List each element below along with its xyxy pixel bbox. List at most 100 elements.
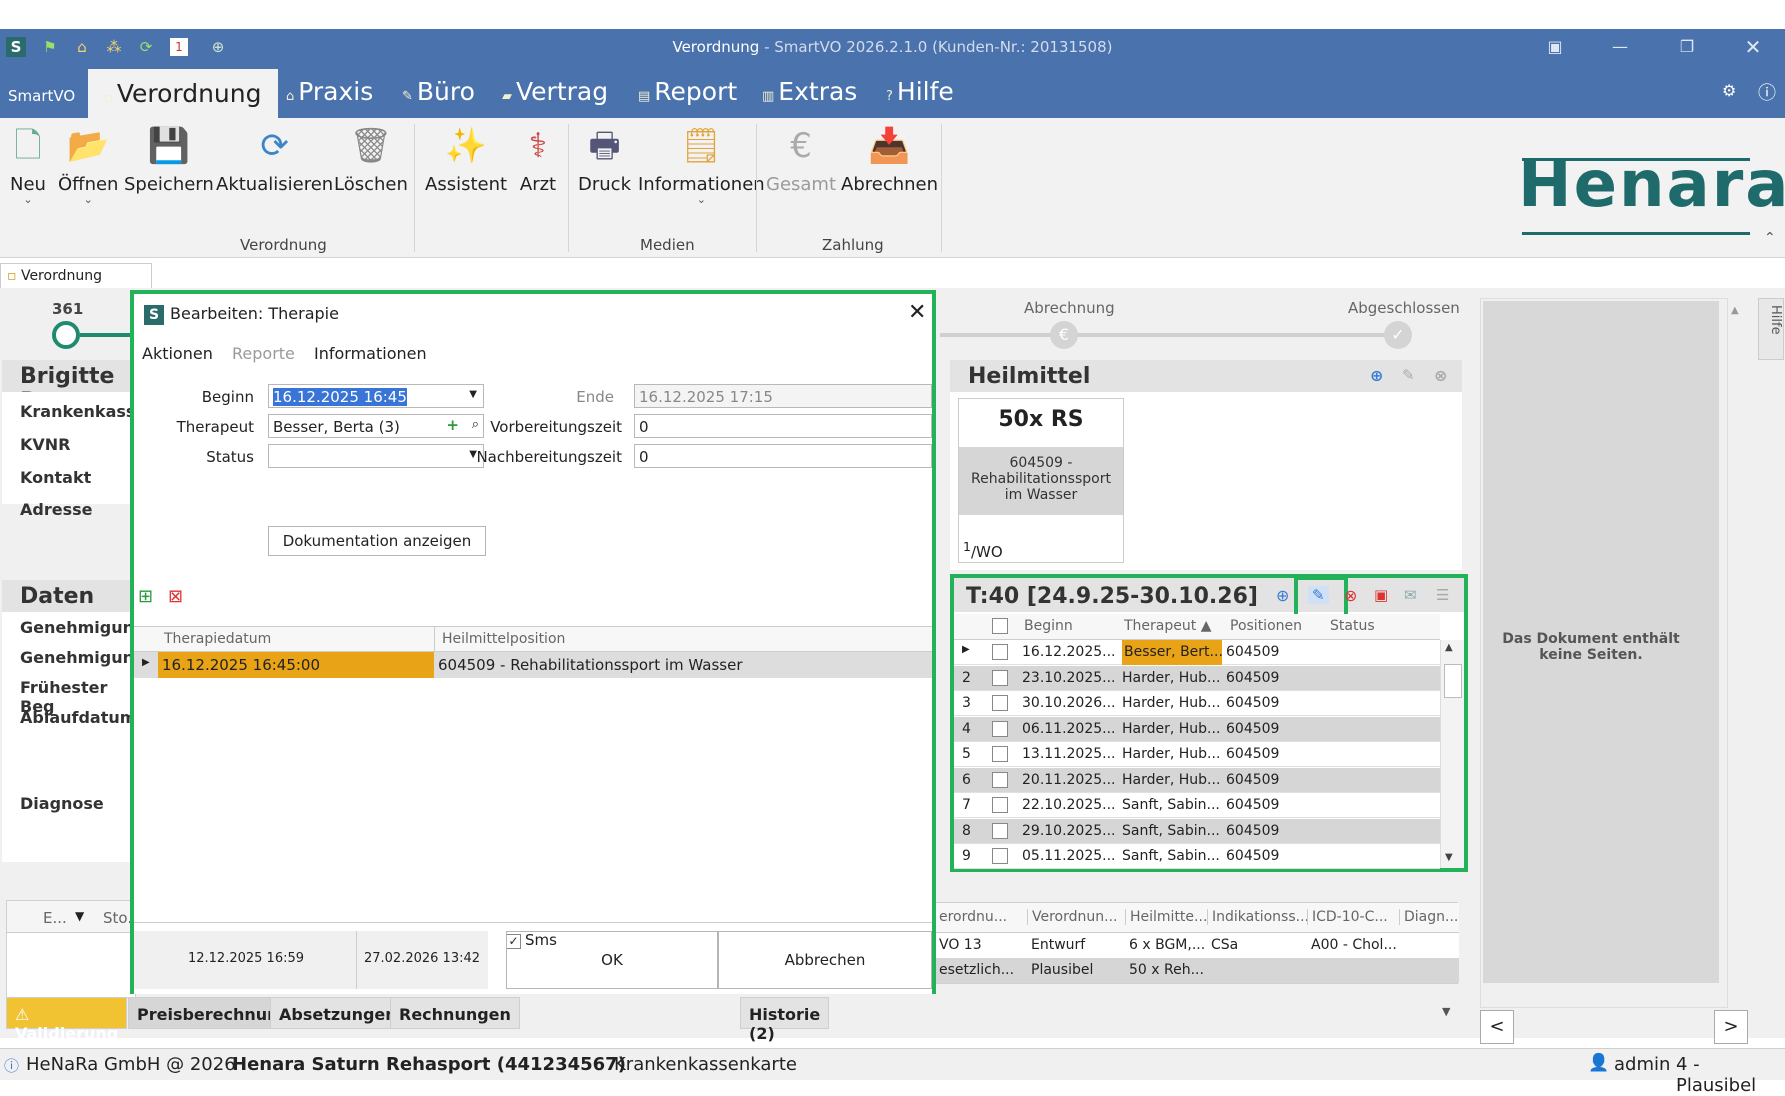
save-button[interactable]: 💾 Speichern: [124, 124, 214, 195]
column-therapeut[interactable]: Therapeut ▲: [1124, 618, 1211, 634]
scroll-down-icon[interactable]: ▼: [1445, 852, 1453, 863]
termin-row[interactable]: 5 13.11.2025... Harder, Hub... 604509: [954, 742, 1440, 767]
column-header[interactable]: E...: [43, 909, 67, 927]
row-checkbox[interactable]: [992, 695, 1008, 711]
menu-tab-verordnung[interactable]: ▫ Verordnung: [88, 69, 278, 118]
next-page-button[interactable]: >: [1714, 1010, 1748, 1044]
table-cell[interactable]: 50 x Reh...: [1125, 962, 1204, 978]
column-header[interactable]: ICD-10-C...: [1307, 909, 1388, 925]
cell-beginn[interactable]: 20.11.2025...: [1022, 768, 1122, 793]
doctor-button[interactable]: ⚕ Arzt: [516, 124, 560, 195]
cell-beginn[interactable]: 22.10.2025...: [1022, 793, 1122, 818]
layout-icon[interactable]: ▣: [1540, 35, 1570, 59]
row-checkbox[interactable]: [992, 669, 1008, 686]
table-row[interactable]: VO 13 Entwurf 6 x BGM,... CSa A00 - Chol...: [931, 933, 1459, 958]
cancel-button[interactable]: Abbrechen: [718, 931, 932, 989]
tab-validierung[interactable]: ⚠ Validierung: [6, 997, 128, 1043]
dialog-menu-aktionen[interactable]: Aktionen: [142, 344, 213, 363]
cell-beginn[interactable]: 23.10.2025...: [1022, 666, 1122, 691]
termin-row[interactable]: 8 29.10.2025... Sanft, Sabin... 604509: [954, 818, 1440, 844]
cell-beginn[interactable]: 29.10.2025...: [1022, 819, 1122, 844]
calendar-icon[interactable]: ▣: [1374, 586, 1388, 604]
menu-tab-hilfe[interactable]: ? Hilfe: [886, 77, 954, 106]
termin-row[interactable]: 6 20.11.2025... Harder, Hub... 604509: [954, 767, 1440, 793]
vorbereitungszeit-input[interactable]: 0: [634, 414, 932, 438]
edit-icon[interactable]: ✎: [1308, 586, 1329, 604]
row-checkbox[interactable]: [992, 746, 1008, 762]
termin-row[interactable]: 9 05.11.2025... Sanft, Sabin... 604509: [954, 844, 1440, 869]
cell-beginn[interactable]: 16.12.2025...: [1022, 640, 1122, 665]
table-cell[interactable]: 6 x BGM,...: [1125, 937, 1205, 953]
cell-positionen[interactable]: 604509: [1226, 793, 1322, 818]
column-therapiedatum[interactable]: Therapiedatum: [164, 631, 271, 647]
column-header[interactable]: Sto.: [103, 909, 132, 927]
menu-tab-buero[interactable]: ✎ Büro: [402, 77, 475, 106]
menu-tab-report[interactable]: ▤ Report: [638, 77, 737, 106]
termin-row[interactable]: ▶ 16.12.2025... Besser, Bert... 604509: [954, 640, 1440, 665]
menu-tab-praxis[interactable]: ⌂ Praxis: [286, 77, 373, 106]
add-row-icon[interactable]: ⊞: [138, 586, 153, 607]
column-beginn[interactable]: Beginn: [1024, 618, 1073, 634]
menu-smartvo[interactable]: SmartVO: [8, 87, 75, 105]
table-cell[interactable]: esetzlich...: [935, 962, 1014, 978]
assistant-button[interactable]: ✨ Assistent: [425, 124, 507, 195]
termin-row[interactable]: 7 22.10.2025... Sanft, Sabin... 604509: [954, 793, 1440, 818]
select-all-checkbox[interactable]: [992, 618, 1008, 634]
therapeut-input[interactable]: Besser, Berta (3) + ⌕: [268, 414, 484, 438]
column-status[interactable]: Status: [1330, 618, 1375, 634]
column-header[interactable]: Heilmitte...: [1125, 909, 1207, 925]
dialog-close-icon[interactable]: ✕: [908, 300, 926, 325]
cell-beginn[interactable]: 05.11.2025...: [1022, 844, 1122, 869]
cell-beginn[interactable]: 06.11.2025...: [1022, 717, 1122, 742]
column-heilmittelposition[interactable]: Heilmittelposition: [442, 631, 565, 647]
termin-row[interactable]: 3 30.10.2026... Harder, Hub... 604509: [954, 691, 1440, 716]
dialog-menu-informationen[interactable]: Informationen: [314, 344, 427, 363]
help-sidebar-tab[interactable]: Hilfe: [1758, 298, 1784, 360]
column-header[interactable]: Indikationss...: [1207, 909, 1309, 925]
cell-therapeut[interactable]: Sanft, Sabin...: [1122, 819, 1222, 844]
row-checkbox[interactable]: [992, 720, 1008, 737]
row-checkbox[interactable]: [992, 644, 1008, 660]
cell-therapeut[interactable]: Harder, Hub...: [1122, 768, 1222, 793]
edit-icon[interactable]: ✎: [1402, 366, 1415, 384]
tab-absetzungen[interactable]: Absetzungen: [270, 997, 406, 1029]
row-checkbox[interactable]: [992, 848, 1008, 864]
settings-icon[interactable]: ⚙: [1722, 81, 1736, 100]
previous-page-button[interactable]: <: [1480, 1010, 1514, 1044]
status-select[interactable]: ▼: [268, 444, 484, 468]
add-icon[interactable]: +: [446, 416, 459, 434]
cell-positionen[interactable]: 604509: [1226, 666, 1322, 691]
ok-button[interactable]: OK: [506, 931, 718, 989]
delete-icon[interactable]: ⊗: [1344, 586, 1357, 605]
show-documentation-button[interactable]: Dokumentation anzeigen: [268, 526, 486, 556]
nachbereitungszeit-input[interactable]: 0: [634, 444, 932, 468]
cell-therapeut[interactable]: Sanft, Sabin...: [1122, 793, 1222, 818]
table-cell[interactable]: VO 13: [935, 937, 982, 953]
close-button[interactable]: ✕: [1738, 35, 1768, 59]
table-row[interactable]: esetzlich... Plausibel 50 x Reh...: [931, 958, 1459, 983]
open-button[interactable]: 📂 Öffnen ⌄: [58, 124, 118, 205]
new-button[interactable]: 🗋 Neu ⌄: [6, 124, 50, 205]
tab-rechnungen[interactable]: Rechnungen: [390, 997, 520, 1029]
collapse-ribbon-icon[interactable]: ⌃: [1764, 230, 1776, 246]
table-cell[interactable]: Entwurf: [1027, 937, 1085, 953]
total-button[interactable]: € Gesamt: [766, 124, 836, 195]
row-checkbox[interactable]: [992, 771, 1008, 788]
restore-button[interactable]: ❐: [1672, 35, 1702, 59]
scroll-up-icon[interactable]: ▲: [1731, 305, 1739, 316]
cell-beginn[interactable]: 13.11.2025...: [1022, 742, 1122, 767]
heilmittel-card[interactable]: 50x RS 604509 - Rehabilitationssport im …: [958, 398, 1124, 563]
column-header[interactable]: Diagn...: [1399, 909, 1458, 925]
beginn-input[interactable]: 16.12.2025 16:45 ▼: [268, 384, 484, 408]
cell-therapeut[interactable]: Harder, Hub...: [1122, 691, 1222, 716]
cell-therapeut[interactable]: Besser, Bert...: [1122, 640, 1222, 665]
scroll-up-icon[interactable]: ▲: [1445, 642, 1453, 653]
refresh-button[interactable]: ⟳ Aktualisieren: [216, 124, 333, 195]
cell-beginn[interactable]: 30.10.2026...: [1022, 691, 1122, 716]
add-icon[interactable]: ⊕: [1370, 366, 1383, 385]
table-cell[interactable]: A00 - Chol...: [1307, 937, 1397, 953]
add-icon[interactable]: ⊕: [1276, 586, 1289, 605]
print-button[interactable]: 🖶 Druck: [578, 124, 631, 195]
tab-historie[interactable]: Historie (2): [740, 997, 830, 1043]
scrollbar-thumb[interactable]: [1444, 664, 1462, 698]
